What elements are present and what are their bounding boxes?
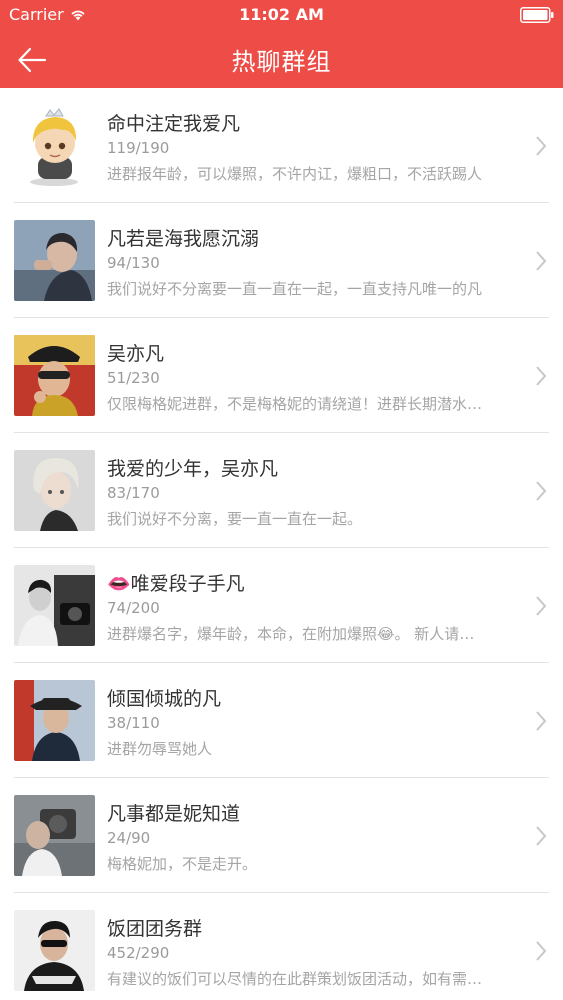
group-name: 凡事都是妮知道: [107, 803, 241, 825]
chevron-right-icon: [536, 941, 547, 961]
group-description: 有建议的饭们可以尽情的在此群策划饭团活动，如有需要请联系: [107, 970, 487, 988]
group-name: 饭团团务群: [107, 918, 203, 940]
group-avatar: [14, 680, 95, 761]
group-row[interactable]: 我爱的少年，吴亦凡 83/170 我们说好不分离，要一直一直在一起。: [0, 433, 563, 548]
group-name: 倾国倾城的凡: [107, 688, 222, 710]
page-title: 热聊群组: [231, 48, 332, 76]
group-avatar: [14, 450, 95, 531]
chevron-right-icon: [536, 366, 547, 386]
member-count: 51/230: [107, 369, 160, 387]
chevron-right-icon: [536, 251, 547, 271]
group-description: 进群勿辱骂她人: [107, 740, 213, 758]
group-row[interactable]: 凡事都是妮知道 24/90 梅格妮加，不是走开。: [0, 778, 563, 893]
clock: 11:02 AM: [239, 5, 324, 24]
group-avatar: [14, 105, 95, 186]
member-count: 38/110: [107, 714, 160, 732]
group-row[interactable]: 命中注定我爱凡 119/190 进群报年龄，可以爆照，不许内讧，爆粗口，不活跃踢…: [0, 88, 563, 203]
battery-icon: [520, 7, 554, 23]
member-count: 83/170: [107, 484, 160, 502]
group-avatar: [14, 795, 95, 876]
chevron-right-icon: [536, 826, 547, 846]
group-row[interactable]: 吴亦凡 51/230 仅限梅格妮进群，不是梅格妮的请绕道！进群长期潜水者踢: [0, 318, 563, 433]
chevron-right-icon: [536, 136, 547, 156]
group-description: 我们说好不分离要一直一直在一起，一直支持凡唯一的凡: [107, 280, 483, 298]
status-bar: Carrier 11:02 AM: [0, 0, 563, 30]
group-description: 梅格妮加，不是走开。: [107, 855, 258, 873]
member-count: 24/90: [107, 829, 151, 847]
group-avatar: [14, 565, 95, 646]
group-description: 我们说好不分离，要一直一直在一起。: [107, 510, 363, 528]
group-description: 进群爆名字，爆年龄，本命，在附加爆照😂。 新人请多多关照: [107, 625, 487, 643]
group-row[interactable]: 倾国倾城的凡 38/110 进群勿辱骂她人: [0, 663, 563, 778]
group-avatar: [14, 335, 95, 416]
member-count: 74/200: [107, 599, 160, 617]
group-description: 进群报年龄，可以爆照，不许内讧，爆粗口，不活跃踢人: [107, 165, 483, 183]
app-header: Carrier 11:02 AM 热聊群组: [0, 0, 563, 88]
member-count: 452/290: [107, 944, 170, 962]
group-name: 我爱的少年，吴亦凡: [107, 458, 279, 480]
navigation-bar: 热聊群组: [0, 30, 563, 88]
group-list: 命中注定我爱凡 119/190 进群报年龄，可以爆照，不许内讧，爆粗口，不活跃踢…: [0, 88, 563, 1000]
member-count: 119/190: [107, 139, 170, 157]
group-avatar: [14, 910, 95, 991]
chevron-right-icon: [536, 596, 547, 616]
group-row[interactable]: 饭团团务群 452/290 有建议的饭们可以尽情的在此群策划饭团活动，如有需要请…: [0, 893, 563, 1000]
chevron-right-icon: [536, 711, 547, 731]
group-name: 凡若是海我愿沉溺: [107, 228, 260, 250]
group-row[interactable]: 凡若是海我愿沉溺 94/130 我们说好不分离要一直一直在一起，一直支持凡唯一的…: [0, 203, 563, 318]
group-description: 仅限梅格妮进群，不是梅格妮的请绕道！进群长期潜水者踢: [107, 395, 487, 413]
group-name: 👄唯爱段子手凡: [107, 573, 245, 595]
group-avatar: [14, 220, 95, 301]
group-row[interactable]: 👄唯爱段子手凡 74/200 进群爆名字，爆年龄，本命，在附加爆照😂。 新人请多…: [0, 548, 563, 663]
chevron-right-icon: [536, 481, 547, 501]
member-count: 94/130: [107, 254, 160, 272]
group-name: 命中注定我爱凡: [107, 113, 241, 135]
group-name: 吴亦凡: [107, 343, 165, 365]
